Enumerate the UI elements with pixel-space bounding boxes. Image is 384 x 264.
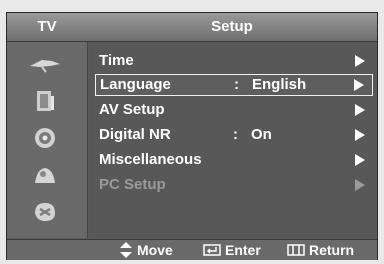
menu-item-av-setup[interactable]: AV Setup: [95, 99, 373, 121]
menu-header: TV Setup: [7, 13, 377, 42]
menu-list: Time Language : English AV Setup Digital…: [89, 42, 377, 238]
return-hint: Return: [287, 240, 354, 260]
return-label: Return: [309, 242, 355, 258]
category-sidebar: [7, 42, 88, 238]
menu-item-label: Digital NR: [99, 126, 171, 143]
up-down-arrow-icon: [120, 242, 132, 258]
menu-item-label: PC Setup: [99, 176, 166, 193]
setup-icon[interactable]: [25, 198, 65, 226]
move-label: Move: [137, 242, 173, 258]
sound-icon[interactable]: [25, 124, 65, 152]
menu-item-digital-nr[interactable]: Digital NR : On: [95, 124, 373, 146]
menu-item-colon: :: [233, 126, 238, 143]
menu-item-pc-setup[interactable]: PC Setup: [95, 174, 373, 196]
tv-label: TV: [37, 18, 57, 35]
antenna-icon[interactable]: [25, 50, 65, 78]
menu-item-label: Time: [99, 52, 134, 69]
return-icon: [287, 244, 305, 256]
menu-item-value: On: [251, 126, 272, 143]
right-arrow-icon: [354, 79, 364, 91]
menu-item-miscellaneous[interactable]: Miscellaneous: [95, 149, 373, 171]
right-arrow-icon: [355, 154, 365, 166]
menu-item-time[interactable]: Time: [95, 50, 373, 72]
right-arrow-icon: [355, 129, 365, 141]
menu-item-colon: :: [234, 76, 239, 93]
help-bar: Move Enter Return: [7, 239, 377, 260]
menu-item-label: Miscellaneous: [99, 151, 202, 168]
menu-item-label: AV Setup: [99, 101, 165, 118]
enter-hint: Enter: [203, 240, 261, 260]
right-arrow-icon: [355, 179, 365, 191]
enter-label: Enter: [225, 242, 261, 258]
picture-icon[interactable]: [25, 87, 65, 115]
right-arrow-icon: [355, 55, 365, 67]
osd-menu-frame: TV Setup Time Language: English AV Setu…: [6, 12, 378, 260]
channel-icon[interactable]: [25, 161, 65, 189]
menu-item-value: English: [252, 76, 307, 93]
right-arrow-icon: [355, 104, 365, 116]
menu-title: Setup: [211, 18, 253, 35]
menu-item-label: Language: [100, 76, 171, 93]
menu-item-language[interactable]: Language : English: [95, 74, 373, 96]
enter-icon: [203, 244, 221, 256]
move-hint: Move: [119, 240, 173, 260]
